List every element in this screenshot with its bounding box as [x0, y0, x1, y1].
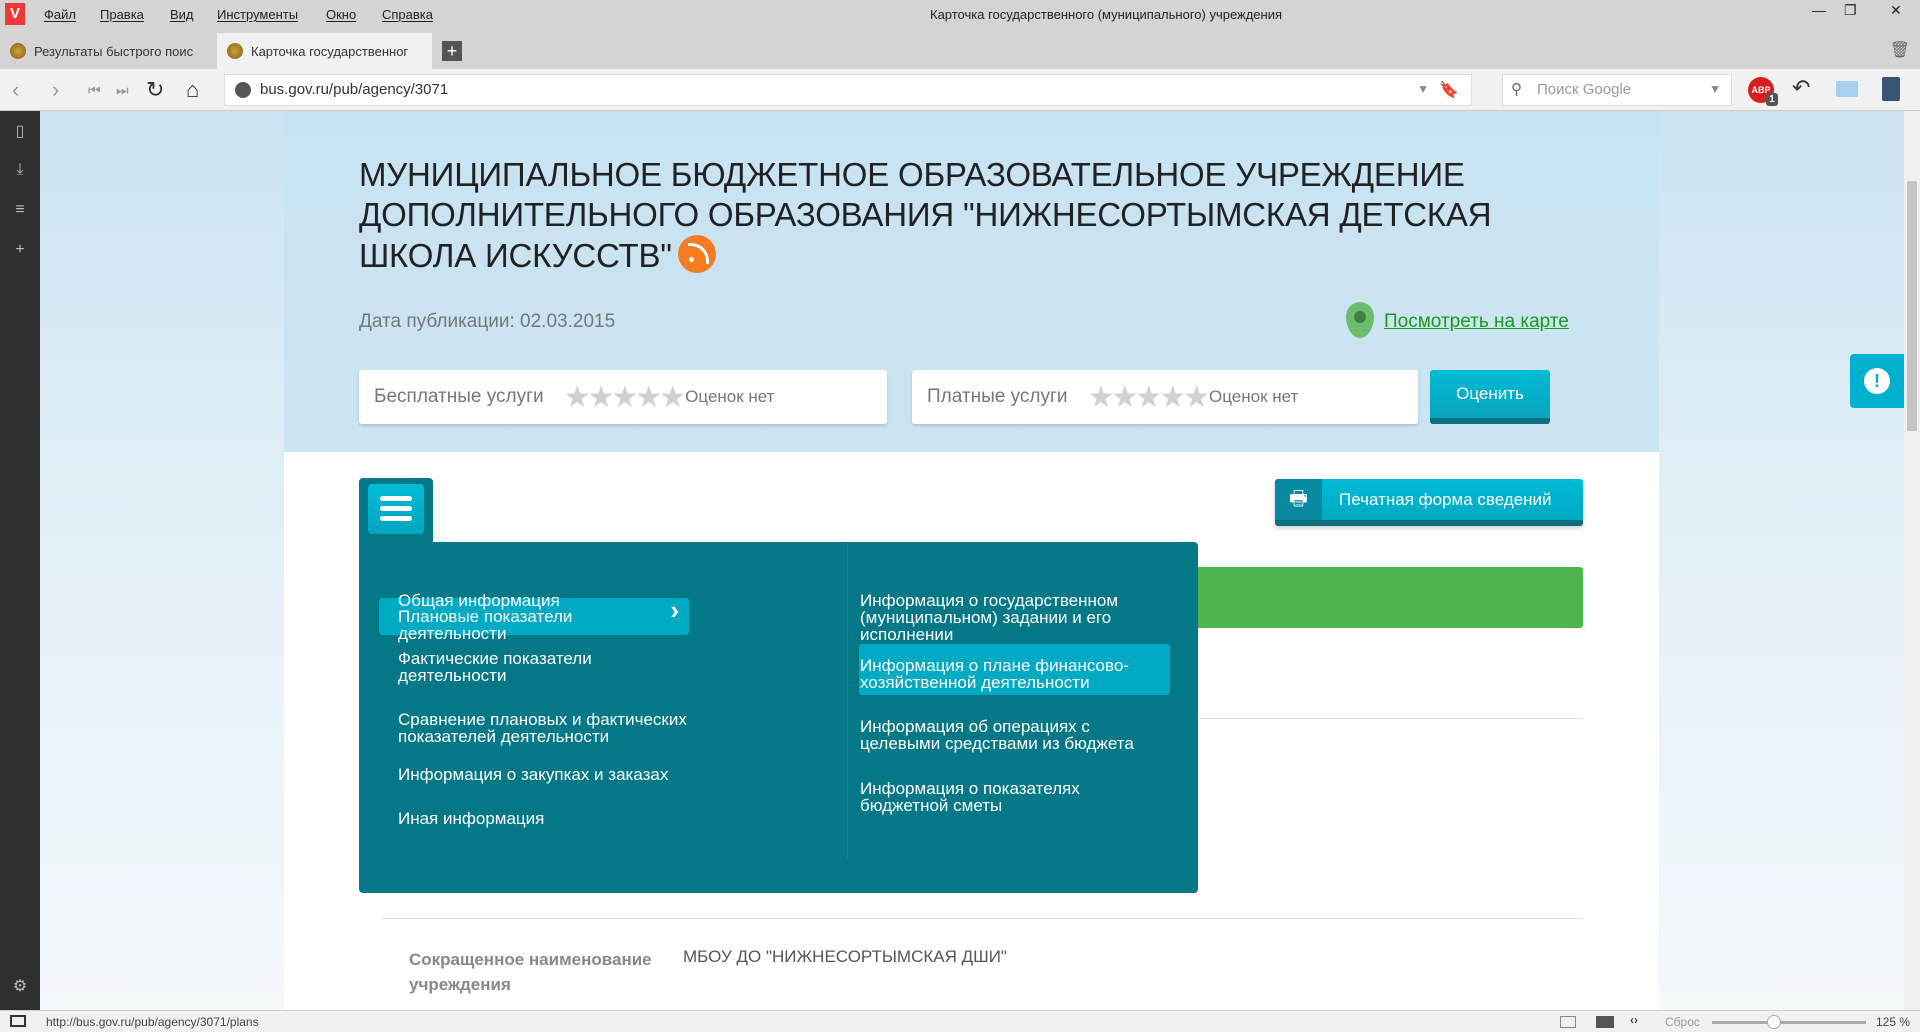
- url-text: bus.gov.ru/pub/agency/3071: [260, 81, 449, 98]
- menu-item-other-info[interactable]: Иная информация: [398, 810, 798, 827]
- hamburger-icon: [368, 484, 424, 534]
- extension-icon[interactable]: [1882, 77, 1900, 101]
- feedback-button[interactable]: !: [1850, 354, 1904, 408]
- emblem-icon: [10, 43, 26, 59]
- reload-icon[interactable]: ↻: [146, 77, 164, 103]
- settings-icon[interactable]: ⚙: [11, 976, 29, 996]
- web-page: МУНИЦИПАЛЬНОЕ БЮДЖЕТНОЕ ОБРАЗОВАТЕЛЬНОЕ …: [40, 111, 1904, 1010]
- publication-date: Дата публикации: 02.03.2015: [359, 311, 616, 332]
- new-tab-button[interactable]: +: [442, 41, 462, 61]
- tab-search-results[interactable]: Результаты быстрого поис: [0, 33, 215, 69]
- rss-icon[interactable]: [677, 235, 716, 273]
- zoom-slider-thumb[interactable]: [1766, 1015, 1781, 1029]
- search-placeholder: Поиск Google: [1537, 81, 1632, 98]
- exclamation-icon: !: [1864, 368, 1890, 394]
- page-title: МУНИЦИПАЛЬНОЕ БЮДЖЕТНОЕ ОБРАЗОВАТЕЛЬНОЕ …: [359, 155, 1589, 276]
- submenu-item-budget-estimate[interactable]: Информация о показателях бюджетной сметы: [860, 780, 1110, 814]
- short-name-label: Сокращенное наименование учреждения: [409, 950, 652, 994]
- menu-file[interactable]: Файл: [44, 7, 76, 22]
- menu-view[interactable]: Вид: [170, 7, 194, 22]
- menu-help[interactable]: Справка: [382, 7, 433, 22]
- tab-bar: Результаты быстрого поис Карточка госуда…: [0, 28, 1920, 69]
- back-icon[interactable]: ‹: [12, 77, 19, 103]
- menu-window[interactable]: Окно: [326, 7, 356, 22]
- zoom-level: 125 %: [1876, 1015, 1911, 1029]
- tab-label: Результаты быстрого поис: [34, 43, 194, 59]
- chevron-down-icon[interactable]: ▼: [1417, 82, 1429, 96]
- site-info-icon[interactable]: [235, 82, 251, 98]
- chevron-down-icon[interactable]: ▼: [1709, 82, 1721, 96]
- downloads-icon[interactable]: ⤓: [11, 161, 29, 179]
- view-on-map-link[interactable]: Посмотреть на карте: [1384, 311, 1569, 333]
- zoom-slider[interactable]: [1712, 1015, 1866, 1029]
- section-menu: › Общая информация Плановые показатели д…: [359, 542, 1198, 893]
- bookmarks-panel-icon[interactable]: ▯: [11, 121, 29, 141]
- page-scrollbar[interactable]: [1904, 111, 1920, 1010]
- address-bar[interactable]: bus.gov.ru/pub/agency/3071 ▼ 🔖: [224, 74, 1472, 106]
- trash-icon[interactable]: 🗑: [1890, 40, 1910, 60]
- search-input[interactable]: ⚲ Поиск Google ▼: [1502, 74, 1732, 106]
- search-icon: ⚲: [1511, 81, 1522, 98]
- status-bar: http://bus.gov.ru/pub/agency/3071/plans …: [0, 1010, 1920, 1032]
- rating-status: Оценок нет: [1209, 387, 1299, 406]
- home-icon[interactable]: ⌂: [186, 77, 199, 103]
- notes-icon[interactable]: ≡: [11, 201, 29, 219]
- print-form-button[interactable]: 🖶 Печатная форма сведений: [1275, 479, 1583, 526]
- star-rating-icon[interactable]: ★★★★★: [1088, 380, 1210, 415]
- rating-status: Оценок нет: [685, 387, 775, 406]
- divider: [1198, 718, 1583, 719]
- rating-paid-services[interactable]: Платные услуги ★★★★★ Оценок нет: [912, 370, 1418, 424]
- tab-label: Карточка государственног: [251, 43, 409, 59]
- star-rating-icon[interactable]: ★★★★★: [564, 380, 686, 415]
- menu-tools[interactable]: Инструменты: [217, 7, 298, 22]
- menu-edit[interactable]: Правка: [100, 7, 144, 22]
- menu-item-planned-indicators[interactable]: Плановые показатели деятельности: [398, 608, 668, 642]
- restore-icon[interactable]: ❐: [1844, 2, 1857, 19]
- short-name-value: МБОУ ДО "НИЖНЕСОРТЫМСКАЯ ДШИ": [683, 947, 1007, 966]
- rate-button[interactable]: Оценить: [1430, 370, 1550, 424]
- page-actions-icon[interactable]: ‹›: [1630, 1013, 1638, 1027]
- section-menu-button[interactable]: [359, 478, 433, 542]
- window-title: Карточка государственного (муниципальног…: [930, 7, 1283, 22]
- print-label: Печатная форма сведений: [1339, 490, 1552, 509]
- folder-icon[interactable]: [1836, 81, 1858, 97]
- adblock-icon[interactable]: ABP 1: [1748, 77, 1778, 106]
- submenu-item-fhd-plan[interactable]: Информация о плане финансово-хозяйственн…: [860, 657, 1150, 691]
- menu-item-actual-indicators[interactable]: Фактические показатели деятельности: [398, 650, 618, 684]
- images-icon[interactable]: [1596, 1016, 1614, 1028]
- divider: [383, 918, 1583, 919]
- adblock-badge: 1: [1766, 93, 1778, 106]
- zoom-reset-button[interactable]: Сброс: [1665, 1015, 1700, 1029]
- rating-free-services[interactable]: Бесплатные услуги ★★★★★ Оценок нет: [359, 370, 887, 424]
- status-url: http://bus.gov.ru/pub/agency/3071/plans: [46, 1015, 259, 1029]
- navigation-bar: ‹ › ⏮ ⏭ ↻ ⌂ bus.gov.ru/pub/agency/3071 ▼…: [0, 69, 1920, 111]
- menu-bar: V Файл Правка Вид Инструменты Окно Справ…: [0, 0, 1920, 28]
- scrollbar-thumb[interactable]: [1907, 181, 1917, 431]
- forward-icon[interactable]: ›: [52, 77, 59, 103]
- emblem-icon: [227, 43, 243, 59]
- close-icon[interactable]: ✕: [1890, 2, 1902, 19]
- rating-label: Бесплатные услуги: [374, 386, 544, 407]
- menu-item-procurement[interactable]: Информация о закупках и заказах: [398, 766, 798, 783]
- submenu-item-state-task[interactable]: Информация о государственном (муниципаль…: [860, 592, 1150, 643]
- menu-divider: [847, 542, 848, 859]
- add-panel-icon[interactable]: +: [11, 241, 29, 259]
- minimize-icon[interactable]: —: [1812, 2, 1826, 18]
- panel-toggle-icon[interactable]: [10, 1015, 26, 1027]
- tab-agency-card[interactable]: Карточка государственног: [217, 33, 432, 69]
- submenu-item-target-funds[interactable]: Информация об операциях с целевыми средс…: [860, 718, 1150, 752]
- vivaldi-logo-icon[interactable]: V: [5, 3, 25, 25]
- bookmark-icon[interactable]: 🔖: [1439, 80, 1459, 100]
- printer-icon: 🖶: [1275, 479, 1322, 520]
- rating-label: Платные услуги: [927, 386, 1068, 407]
- agency-name: МУНИЦИПАЛЬНОЕ БЮДЖЕТНОЕ ОБРАЗОВАТЕЛЬНОЕ …: [359, 156, 1492, 274]
- menu-item-comparison[interactable]: Сравнение плановых и фактических показат…: [398, 711, 708, 745]
- fast-forward-icon[interactable]: ⏭: [116, 82, 129, 99]
- undo-icon[interactable]: ↶: [1792, 75, 1810, 101]
- browser-sidebar: ▯ ⤓ ≡ + ⚙: [0, 111, 40, 1010]
- rewind-icon[interactable]: ⏮: [88, 82, 101, 99]
- tiling-icon[interactable]: [1560, 1016, 1576, 1028]
